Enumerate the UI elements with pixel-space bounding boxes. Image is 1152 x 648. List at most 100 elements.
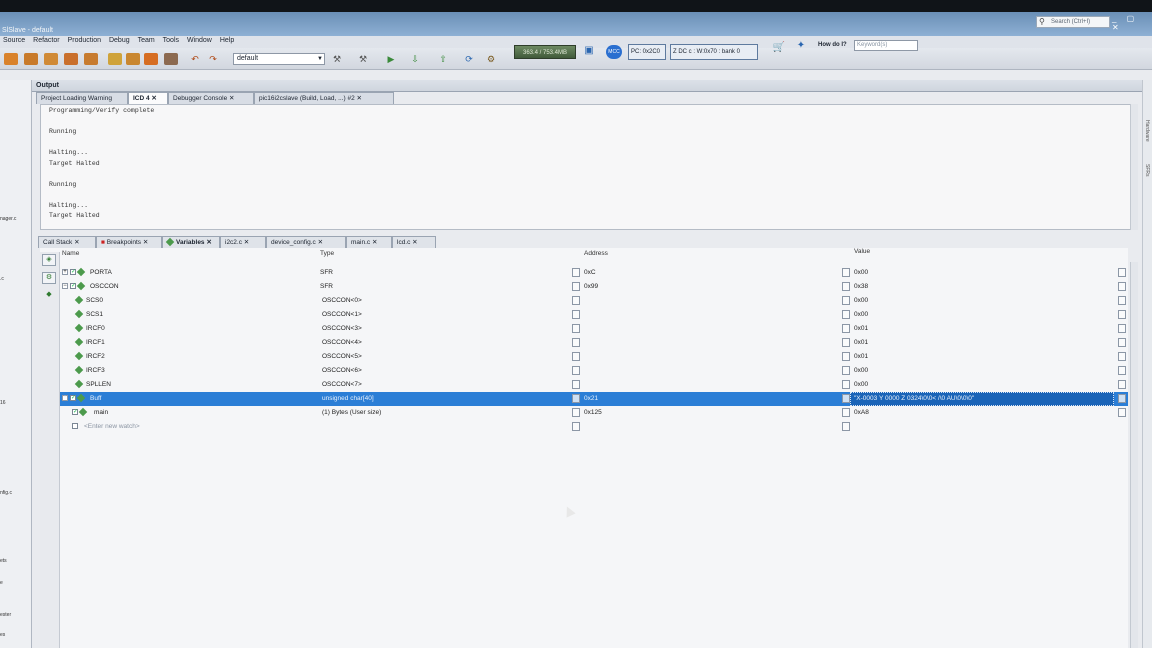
collapse-icon[interactable]: − <box>62 283 68 290</box>
plugin-icon[interactable]: ✦ <box>794 40 808 52</box>
tab-i2c2c[interactable]: i2c2.c ✕ <box>220 236 266 248</box>
menu-help[interactable]: Help <box>217 36 237 45</box>
console-scrollbar[interactable] <box>1130 104 1138 230</box>
build-hammer-icon[interactable]: ⚒ <box>330 53 344 65</box>
hardware-tab[interactable]: Hardware <box>1144 120 1150 142</box>
menu-tools[interactable]: Tools <box>160 36 182 45</box>
watch-settings-icon[interactable]: ⚙ <box>42 272 56 284</box>
sfrs-tab[interactable]: SFRs <box>1144 164 1150 177</box>
menu-debug[interactable]: Debug <box>106 36 133 45</box>
program-device-icon[interactable]: ⇩ <box>408 53 422 65</box>
value-checkbox[interactable] <box>842 282 850 291</box>
column-header-type[interactable]: Type <box>320 250 334 262</box>
address-checkbox[interactable] <box>572 366 580 375</box>
menu-source[interactable]: Source <box>0 36 28 45</box>
address-checkbox[interactable] <box>572 380 580 389</box>
row-end-checkbox[interactable] <box>1118 380 1126 389</box>
column-header-value[interactable]: Value <box>854 248 870 260</box>
row-end-checkbox[interactable] <box>1118 338 1126 347</box>
clean-build-icon[interactable]: ⚒ <box>356 53 370 65</box>
window-controls[interactable]: _ ▢ ✕ <box>1112 14 1152 32</box>
expand-icon[interactable]: + <box>62 395 68 402</box>
tab-device-config[interactable]: device_config.c ✕ <box>266 236 346 248</box>
row-end-checkbox[interactable] <box>1118 352 1126 361</box>
row-end-checkbox[interactable] <box>1118 366 1126 375</box>
var-value[interactable]: 0x00 <box>854 297 868 304</box>
new-project-icon[interactable] <box>4 53 18 65</box>
table-row[interactable]: SPLLEN OSCCON<7> 0x00 <box>60 378 1128 392</box>
table-row[interactable]: IRCF1 OSCCON<4> 0x01 <box>60 336 1128 350</box>
import-icon[interactable] <box>144 53 158 65</box>
watch-checkbox[interactable]: ✓ <box>70 283 76 290</box>
tab-debugger-console[interactable]: Debugger Console ✕ <box>168 92 254 104</box>
tab-icd4[interactable]: ICD 4 ✕ <box>128 92 168 104</box>
menu-production[interactable]: Production <box>65 36 104 45</box>
watch-checkbox[interactable]: ✓ <box>72 409 78 416</box>
ide-search-input[interactable]: ⚲ Search (Ctrl+I) <box>1036 16 1110 28</box>
table-row[interactable]: IRCF3 OSCCON<6> 0x00 <box>60 364 1128 378</box>
open-project-icon[interactable] <box>44 53 58 65</box>
var-value[interactable]: 0x01 <box>854 353 868 360</box>
value-checkbox[interactable] <box>842 366 850 375</box>
print-icon[interactable] <box>164 53 178 65</box>
row-end-checkbox[interactable] <box>1118 296 1126 305</box>
table-row[interactable]: SCS1 OSCCON<1> 0x00 <box>60 308 1128 322</box>
address-checkbox[interactable] <box>572 324 580 333</box>
value-checkbox[interactable] <box>842 296 850 305</box>
save-all-icon[interactable] <box>126 53 140 65</box>
side-item-1[interactable]: nager.c <box>0 216 16 222</box>
var-value[interactable]: "X-0003 Y 0000 Z 0324\0\0< /\0 AU\0\0\0" <box>854 395 974 402</box>
address-checkbox[interactable] <box>572 338 580 347</box>
table-row[interactable]: IRCF2 OSCCON<5> 0x01 <box>60 350 1128 364</box>
value-checkbox[interactable] <box>842 310 850 319</box>
new-watch-checkbox[interactable] <box>72 423 78 430</box>
value-checkbox[interactable] <box>842 268 850 277</box>
row-end-checkbox[interactable] <box>1118 268 1126 277</box>
value-checkbox[interactable] <box>842 324 850 333</box>
address-checkbox[interactable] <box>572 408 580 417</box>
new-file-icon[interactable] <box>24 53 38 65</box>
memory-indicator[interactable]: 363.4 / 753.4MB <box>514 45 576 59</box>
table-row[interactable]: ✓ main (1) Bytes (User size) 0x125 0xA8 <box>60 406 1128 420</box>
new-watch-input[interactable]: <Enter new watch> <box>84 423 140 430</box>
value-checkbox[interactable] <box>842 380 850 389</box>
side-item-3[interactable]: 16 <box>0 400 6 406</box>
undo-icon[interactable]: ↶ <box>188 53 202 65</box>
mcc-icon[interactable]: MCC <box>606 45 622 59</box>
expand-icon[interactable]: + <box>62 269 68 276</box>
cart-icon[interactable]: 🛒 <box>772 42 786 54</box>
value-checkbox[interactable] <box>842 408 850 417</box>
run-icon[interactable]: ▶ <box>384 53 398 65</box>
row-end-checkbox[interactable] <box>1118 282 1126 291</box>
redo-icon[interactable]: ↷ <box>206 53 220 65</box>
address-checkbox[interactable] <box>572 310 580 319</box>
tab-mainc[interactable]: main.c ✕ <box>346 236 392 248</box>
save-icon[interactable] <box>108 53 122 65</box>
address-checkbox[interactable] <box>572 394 580 403</box>
value-checkbox[interactable] <box>842 422 850 431</box>
table-row[interactable]: + ✓ PORTA SFR 0xC 0x00 <box>60 266 1128 280</box>
variables-scrollbar[interactable] <box>1130 262 1138 648</box>
read-device-icon[interactable]: ⇧ <box>436 53 450 65</box>
address-checkbox[interactable] <box>572 422 580 431</box>
close-project-icon[interactable] <box>64 53 78 65</box>
keyword-search-input[interactable]: Keyword(s) <box>854 40 918 51</box>
table-row[interactable]: SCS0 OSCCON<0> 0x00 <box>60 294 1128 308</box>
side-item-7[interactable]: ester <box>0 612 11 618</box>
tab-breakpoints[interactable]: ■ Breakpoints ✕ <box>96 236 162 248</box>
var-value[interactable]: 0x00 <box>854 311 868 318</box>
side-item-6[interactable]: e <box>0 580 3 586</box>
new-watch-icon[interactable]: ◈ <box>42 254 56 266</box>
var-value[interactable]: 0x00 <box>854 381 868 388</box>
open-file-icon[interactable] <box>84 53 98 65</box>
debug-main-project-icon[interactable]: ⚙ <box>484 53 498 65</box>
row-end-checkbox[interactable] <box>1118 408 1126 417</box>
value-checkbox[interactable] <box>842 394 850 403</box>
address-checkbox[interactable] <box>572 296 580 305</box>
diamond-watch-icon[interactable]: ◆ <box>42 290 56 302</box>
var-value[interactable]: 0x01 <box>854 325 868 332</box>
tab-lcdc[interactable]: lcd.c ✕ <box>392 236 436 248</box>
menu-window[interactable]: Window <box>184 36 215 45</box>
var-value[interactable]: 0x00 <box>854 367 868 374</box>
side-item-2[interactable]: .c <box>0 276 4 282</box>
